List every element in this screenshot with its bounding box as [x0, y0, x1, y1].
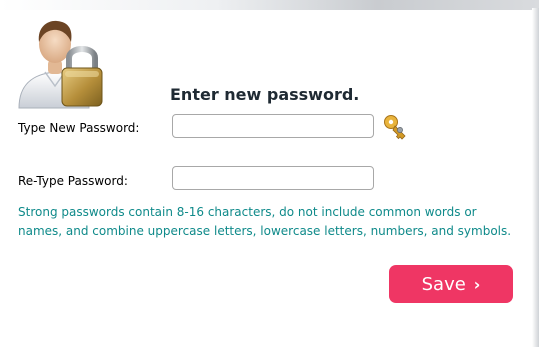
password-hint: Strong passwords contain 8-16 characters… [18, 205, 512, 238]
retype-password-label: Re-Type Password: [18, 174, 128, 188]
top-shade [0, 0, 539, 10]
save-button-label: Save [421, 273, 466, 295]
save-button[interactable]: Save › [389, 265, 513, 303]
user-lock-icon [18, 20, 103, 109]
window-edge [532, 8, 539, 347]
retype-password-field[interactable] [172, 166, 374, 190]
new-password-label: Type New Password: [18, 121, 140, 135]
key-icon[interactable] [381, 113, 409, 141]
chevron-right-icon: › [473, 274, 481, 294]
page-title: Enter new password. [170, 85, 360, 104]
new-password-field[interactable] [172, 114, 374, 138]
